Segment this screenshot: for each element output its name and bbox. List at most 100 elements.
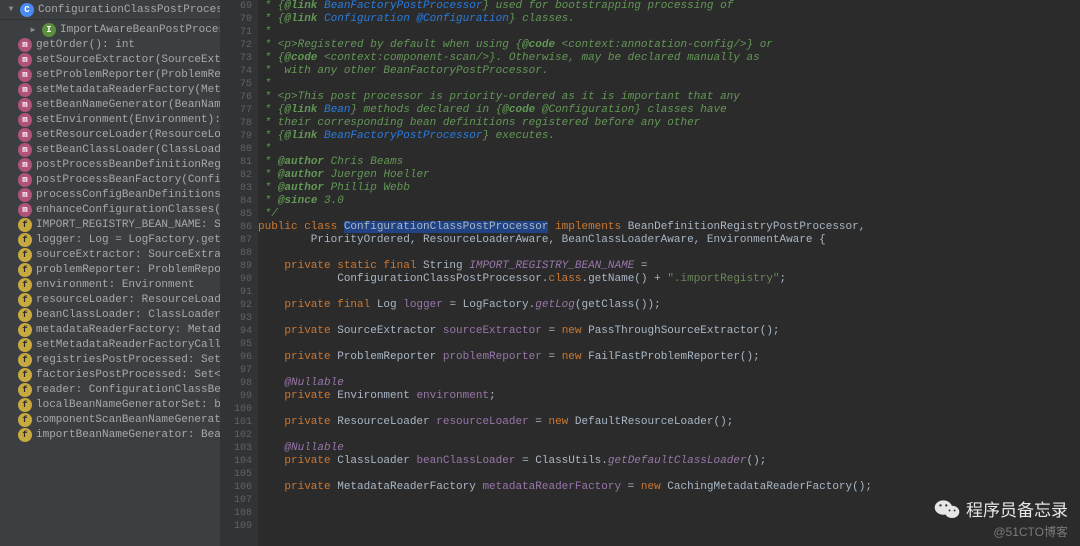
structure-item[interactable]: fsetMetadataReaderFactoryCalled: boolean… [0, 337, 220, 352]
code-line[interactable]: @Nullable [258, 442, 1080, 455]
code-line[interactable]: ConfigurationClassPostProcessor.class.ge… [258, 273, 1080, 286]
code-line[interactable]: * <p>Registered by default when using {@… [258, 39, 1080, 52]
code-line[interactable]: */ [258, 208, 1080, 221]
structure-item[interactable]: fsourceExtractor: SourceExtractor = new … [0, 247, 220, 262]
structure-item[interactable]: ▶IImportAwareBeanPostProcessor [0, 22, 220, 37]
code-line[interactable]: * @since 3.0 [258, 195, 1080, 208]
line-number: 71 [220, 26, 252, 39]
code-line[interactable]: private static final String IMPORT_REGIS… [258, 260, 1080, 273]
structure-item[interactable]: msetMetadataReaderFactory(MetadataReader… [0, 82, 220, 97]
code-line[interactable]: * [258, 26, 1080, 39]
code-line[interactable]: private ResourceLoader resourceLoader = … [258, 416, 1080, 429]
code-line[interactable] [258, 286, 1080, 299]
structure-item[interactable]: msetEnvironment(Environment): void [0, 112, 220, 127]
editor[interactable]: 6970717273747576777879808182838485868788… [220, 0, 1080, 546]
code-line[interactable] [258, 429, 1080, 442]
code-line[interactable] [258, 507, 1080, 520]
code-line[interactable]: @Nullable [258, 377, 1080, 390]
class-icon: C [20, 3, 34, 17]
code-line[interactable]: * <p>This post processor is priority-ord… [258, 91, 1080, 104]
structure-item[interactable]: msetResourceLoader(ResourceLoader): void [0, 127, 220, 142]
structure-item-label: metadataReaderFactory: MetadataReaderFac… [36, 324, 220, 336]
structure-item[interactable]: fproblemReporter: ProblemReporter = new … [0, 262, 220, 277]
code-line[interactable]: private final Log logger = LogFactory.ge… [258, 299, 1080, 312]
structure-item[interactable]: fregistriesPostProcessed: Set<Integer> =… [0, 352, 220, 367]
code-line[interactable]: * {@link Configuration @Configuration} c… [258, 13, 1080, 26]
method-icon: m [18, 173, 32, 187]
structure-item[interactable]: fimportBeanNameGenerator: BeanNameGenera… [0, 427, 220, 442]
structure-item[interactable]: fresourceLoader: ResourceLoader = new De… [0, 292, 220, 307]
line-number: 75 [220, 78, 252, 91]
structure-item-label: environment: Environment [36, 279, 194, 291]
method-icon: m [18, 113, 32, 127]
structure-item[interactable]: flogger: Log = LogFactory.getLog(...) [0, 232, 220, 247]
code-line[interactable] [258, 468, 1080, 481]
line-number: 86 [220, 221, 252, 234]
line-number: 77 [220, 104, 252, 117]
code-line[interactable]: * @author Juergen Hoeller [258, 169, 1080, 182]
structure-item-label: registriesPostProcessed: Set<Integer> = … [36, 354, 220, 366]
structure-item[interactable]: mpostProcessBeanFactory(ConfigurableList… [0, 172, 220, 187]
code-line[interactable]: * with any other BeanFactoryPostProcesso… [258, 65, 1080, 78]
method-icon: m [18, 68, 32, 82]
structure-item[interactable]: fmetadataReaderFactory: MetadataReaderFa… [0, 322, 220, 337]
code-line[interactable]: * their corresponding bean definitions r… [258, 117, 1080, 130]
line-number: 102 [220, 429, 252, 442]
method-icon: m [18, 158, 32, 172]
structure-item-label: factoriesPostProcessed: Set<Integer> = n… [36, 369, 220, 381]
line-number: 87 [220, 234, 252, 247]
code-area[interactable]: * {@link BeanFactoryPostProcessor} used … [258, 0, 1080, 546]
structure-item[interactable]: fcomponentScanBeanNameGenerator: BeanNam… [0, 412, 220, 427]
structure-item[interactable]: menhanceConfigurationClasses(Configurabl… [0, 202, 220, 217]
structure-item-label: ImportAwareBeanPostProcessor [60, 24, 220, 36]
code-line[interactable] [258, 247, 1080, 260]
code-line[interactable]: private ClassLoader beanClassLoader = Cl… [258, 455, 1080, 468]
code-line[interactable]: * @author Chris Beams [258, 156, 1080, 169]
structure-item[interactable]: mprocessConfigBeanDefinitions(BeanDefini… [0, 187, 220, 202]
structure-item[interactable]: msetBeanNameGenerator(BeanNameGenerator)… [0, 97, 220, 112]
line-number: 98 [220, 377, 252, 390]
line-number: 81 [220, 156, 252, 169]
structure-item[interactable]: mgetOrder(): int [0, 37, 220, 52]
field-icon: f [18, 413, 32, 427]
code-line[interactable]: * [258, 78, 1080, 91]
code-line[interactable]: * @author Phillip Webb [258, 182, 1080, 195]
code-line[interactable] [258, 312, 1080, 325]
code-line[interactable] [258, 494, 1080, 507]
structure-item[interactable]: fIMPORT_REGISTRY_BEAN_NAME: String = Con… [0, 217, 220, 232]
code-line[interactable]: PriorityOrdered, ResourceLoaderAware, Be… [258, 234, 1080, 247]
structure-item-label: reader: ConfigurationClassBeanDefinition… [36, 384, 220, 396]
code-line[interactable] [258, 364, 1080, 377]
line-number: 106 [220, 481, 252, 494]
structure-header[interactable]: ▼ C ConfigurationClassPostProcessor [0, 0, 220, 20]
code-line[interactable]: private SourceExtractor sourceExtractor … [258, 325, 1080, 338]
line-number: 90 [220, 273, 252, 286]
structure-item[interactable]: ffactoriesPostProcessed: Set<Integer> = … [0, 367, 220, 382]
structure-item[interactable]: flocalBeanNameGeneratorSet: boolean = fa… [0, 397, 220, 412]
code-line[interactable]: private Environment environment; [258, 390, 1080, 403]
method-icon: m [18, 128, 32, 142]
code-line[interactable] [258, 520, 1080, 533]
structure-item[interactable]: msetBeanClassLoader(ClassLoader): void [0, 142, 220, 157]
structure-item[interactable]: fenvironment: Environment [0, 277, 220, 292]
structure-item-label: IMPORT_REGISTRY_BEAN_NAME: String = Conf… [36, 219, 220, 231]
code-line[interactable] [258, 403, 1080, 416]
structure-item[interactable]: freader: ConfigurationClassBeanDefinitio… [0, 382, 220, 397]
code-line[interactable]: * {@link BeanFactoryPostProcessor} used … [258, 0, 1080, 13]
code-line[interactable]: * {@link Bean} methods declared in {@cod… [258, 104, 1080, 117]
code-line[interactable]: * {@code <context:component-scan/>}. Oth… [258, 52, 1080, 65]
structure-item-label: processConfigBeanDefinitions(BeanDefinit… [36, 189, 220, 201]
code-line[interactable]: private ProblemReporter problemReporter … [258, 351, 1080, 364]
line-number: 96 [220, 351, 252, 364]
structure-item[interactable]: fbeanClassLoader: ClassLoader = ClassUti… [0, 307, 220, 322]
structure-item-label: setBeanNameGenerator(BeanNameGenerator):… [36, 99, 220, 111]
structure-item[interactable]: msetProblemReporter(ProblemReporter): vo… [0, 67, 220, 82]
code-line[interactable]: private MetadataReaderFactory metadataRe… [258, 481, 1080, 494]
structure-item[interactable]: mpostProcessBeanDefinitionRegistry(BeanD… [0, 157, 220, 172]
field-icon: f [18, 293, 32, 307]
code-line[interactable]: public class ConfigurationClassPostProce… [258, 221, 1080, 234]
code-line[interactable] [258, 338, 1080, 351]
code-line[interactable]: * {@link BeanFactoryPostProcessor} execu… [258, 130, 1080, 143]
code-line[interactable]: * [258, 143, 1080, 156]
structure-item[interactable]: msetSourceExtractor(SourceExtractor): vo… [0, 52, 220, 67]
